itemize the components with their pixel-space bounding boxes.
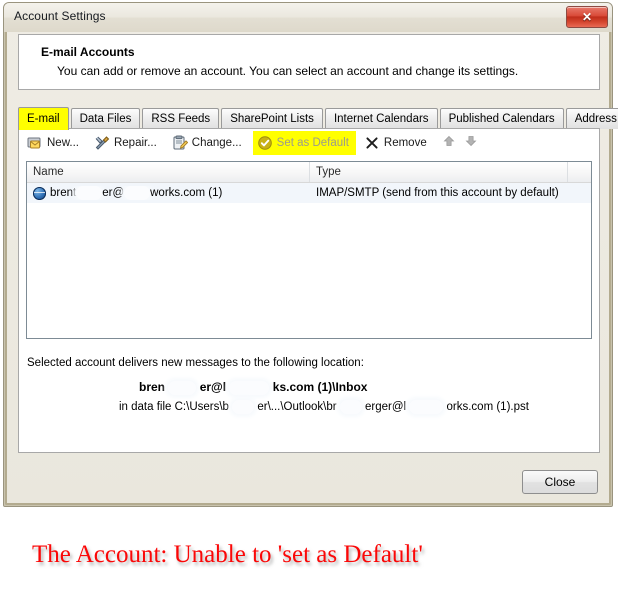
tab-published-calendars[interactable]: Published Calendars: [439, 108, 564, 129]
delivery-part2: er@l: [199, 380, 227, 394]
table-row[interactable]: brent er@ works.com (1) IMAP/SMTP (send …: [27, 183, 591, 203]
toolbar-label: Remove: [383, 136, 427, 149]
redaction-block: [168, 380, 197, 395]
redaction-block: [76, 186, 103, 200]
datafile-part3: erger@l: [365, 401, 407, 414]
caption-text: The Account: Unable to 'set as Default': [32, 541, 423, 568]
list-header-row: Name Type: [27, 162, 591, 183]
tab-address-books[interactable]: Address Books: [565, 108, 618, 129]
repair-account-button[interactable]: Repair...: [90, 131, 164, 155]
delivery-location-value: bren er@l ks.com (1)\Inbox: [139, 380, 367, 395]
set-as-default-button[interactable]: Set as Default: [252, 130, 356, 155]
delivery-part1: bren: [139, 380, 166, 394]
email-accounts-panel: New... Repair... Change... Set as Defaul…: [18, 128, 600, 453]
move-down-arrow-icon: [465, 134, 477, 152]
window-title: Account Settings: [14, 9, 106, 23]
account-name-part3: works.com (1): [150, 187, 223, 199]
redaction-block: [409, 400, 444, 414]
datafile-part2: er\...\Outlook\br: [257, 401, 337, 414]
tab-label: Data Files: [79, 113, 132, 125]
delivery-datafile-value: in data file C:\Users\b er\...\Outlook\b…: [119, 400, 529, 414]
delivery-part3: ks.com (1)\Inbox: [272, 380, 368, 394]
column-header-name[interactable]: Name: [27, 162, 310, 182]
tab-data-files[interactable]: Data Files: [70, 108, 141, 129]
tab-label: Address Books: [574, 113, 618, 125]
tab-label: E-mail: [27, 113, 60, 125]
toolbar-label: Repair...: [113, 136, 157, 149]
accounts-list[interactable]: Name Type brent er@ works.com (1) IMAP/S…: [26, 161, 592, 339]
tab-internet-calendars[interactable]: Internet Calendars: [324, 108, 438, 129]
close-button[interactable]: Close: [522, 470, 598, 494]
tab-sharepoint-lists[interactable]: SharePoint Lists: [221, 108, 323, 129]
page-subtitle: You can add or remove an account. You ca…: [57, 64, 519, 78]
delivery-location-label: Selected account delivers new messages t…: [27, 357, 364, 369]
datafile-part1: in data file C:\Users\b: [119, 401, 229, 414]
redaction-block: [124, 186, 151, 200]
move-up-button[interactable]: [438, 132, 460, 154]
tab-email[interactable]: E-mail: [18, 107, 69, 130]
move-up-arrow-icon: [443, 134, 455, 152]
new-mail-icon: [27, 135, 43, 151]
remove-x-icon: [364, 135, 380, 151]
close-icon: ✕: [581, 10, 593, 24]
change-account-button[interactable]: Change...: [168, 131, 249, 155]
change-clipboard-icon: [172, 135, 189, 151]
remove-account-button[interactable]: Remove: [360, 131, 434, 155]
repair-tools-icon: [94, 135, 110, 151]
tab-label: Internet Calendars: [333, 113, 429, 125]
tab-label: Published Calendars: [448, 113, 555, 125]
tab-strip: E-mail Data Files RSS Feeds SharePoint L…: [18, 107, 618, 130]
tab-label: SharePoint Lists: [230, 113, 314, 125]
page-title: E-mail Accounts: [41, 45, 135, 59]
redaction-block: [339, 400, 362, 414]
datafile-part4: orks.com (1).pst: [446, 401, 529, 414]
cell-account-type: IMAP/SMTP (send from this account by def…: [316, 187, 559, 199]
tab-rss-feeds[interactable]: RSS Feeds: [142, 108, 220, 129]
account-globe-icon: [33, 186, 46, 200]
move-down-button[interactable]: [460, 132, 482, 154]
cell-account-name: brent er@ works.com (1): [27, 186, 310, 200]
toolbar-label: New...: [47, 136, 79, 149]
account-settings-dialog: Account Settings ✕ E-mail Accounts You c…: [3, 2, 618, 507]
new-account-button[interactable]: New...: [23, 131, 86, 155]
header-panel: E-mail Accounts You can add or remove an…: [18, 34, 600, 90]
column-header-type[interactable]: Type: [310, 162, 568, 182]
close-window-button[interactable]: ✕: [566, 6, 608, 28]
toolbar-label: Set as Default: [276, 136, 349, 149]
screenshot-root: Account Settings ✕ E-mail Accounts You c…: [0, 0, 618, 615]
account-name-part1: brent: [50, 187, 77, 199]
account-name-part2: er@: [102, 187, 125, 199]
check-circle-icon: [257, 135, 273, 151]
tab-label: RSS Feeds: [151, 113, 211, 125]
redaction-block: [232, 400, 255, 414]
title-bar: Account Settings ✕: [4, 3, 612, 32]
redaction-block: [229, 380, 270, 395]
toolbar-label: Change...: [191, 136, 242, 149]
column-header-extra[interactable]: [568, 162, 591, 182]
accounts-toolbar: New... Repair... Change... Set as Defaul…: [19, 129, 599, 156]
